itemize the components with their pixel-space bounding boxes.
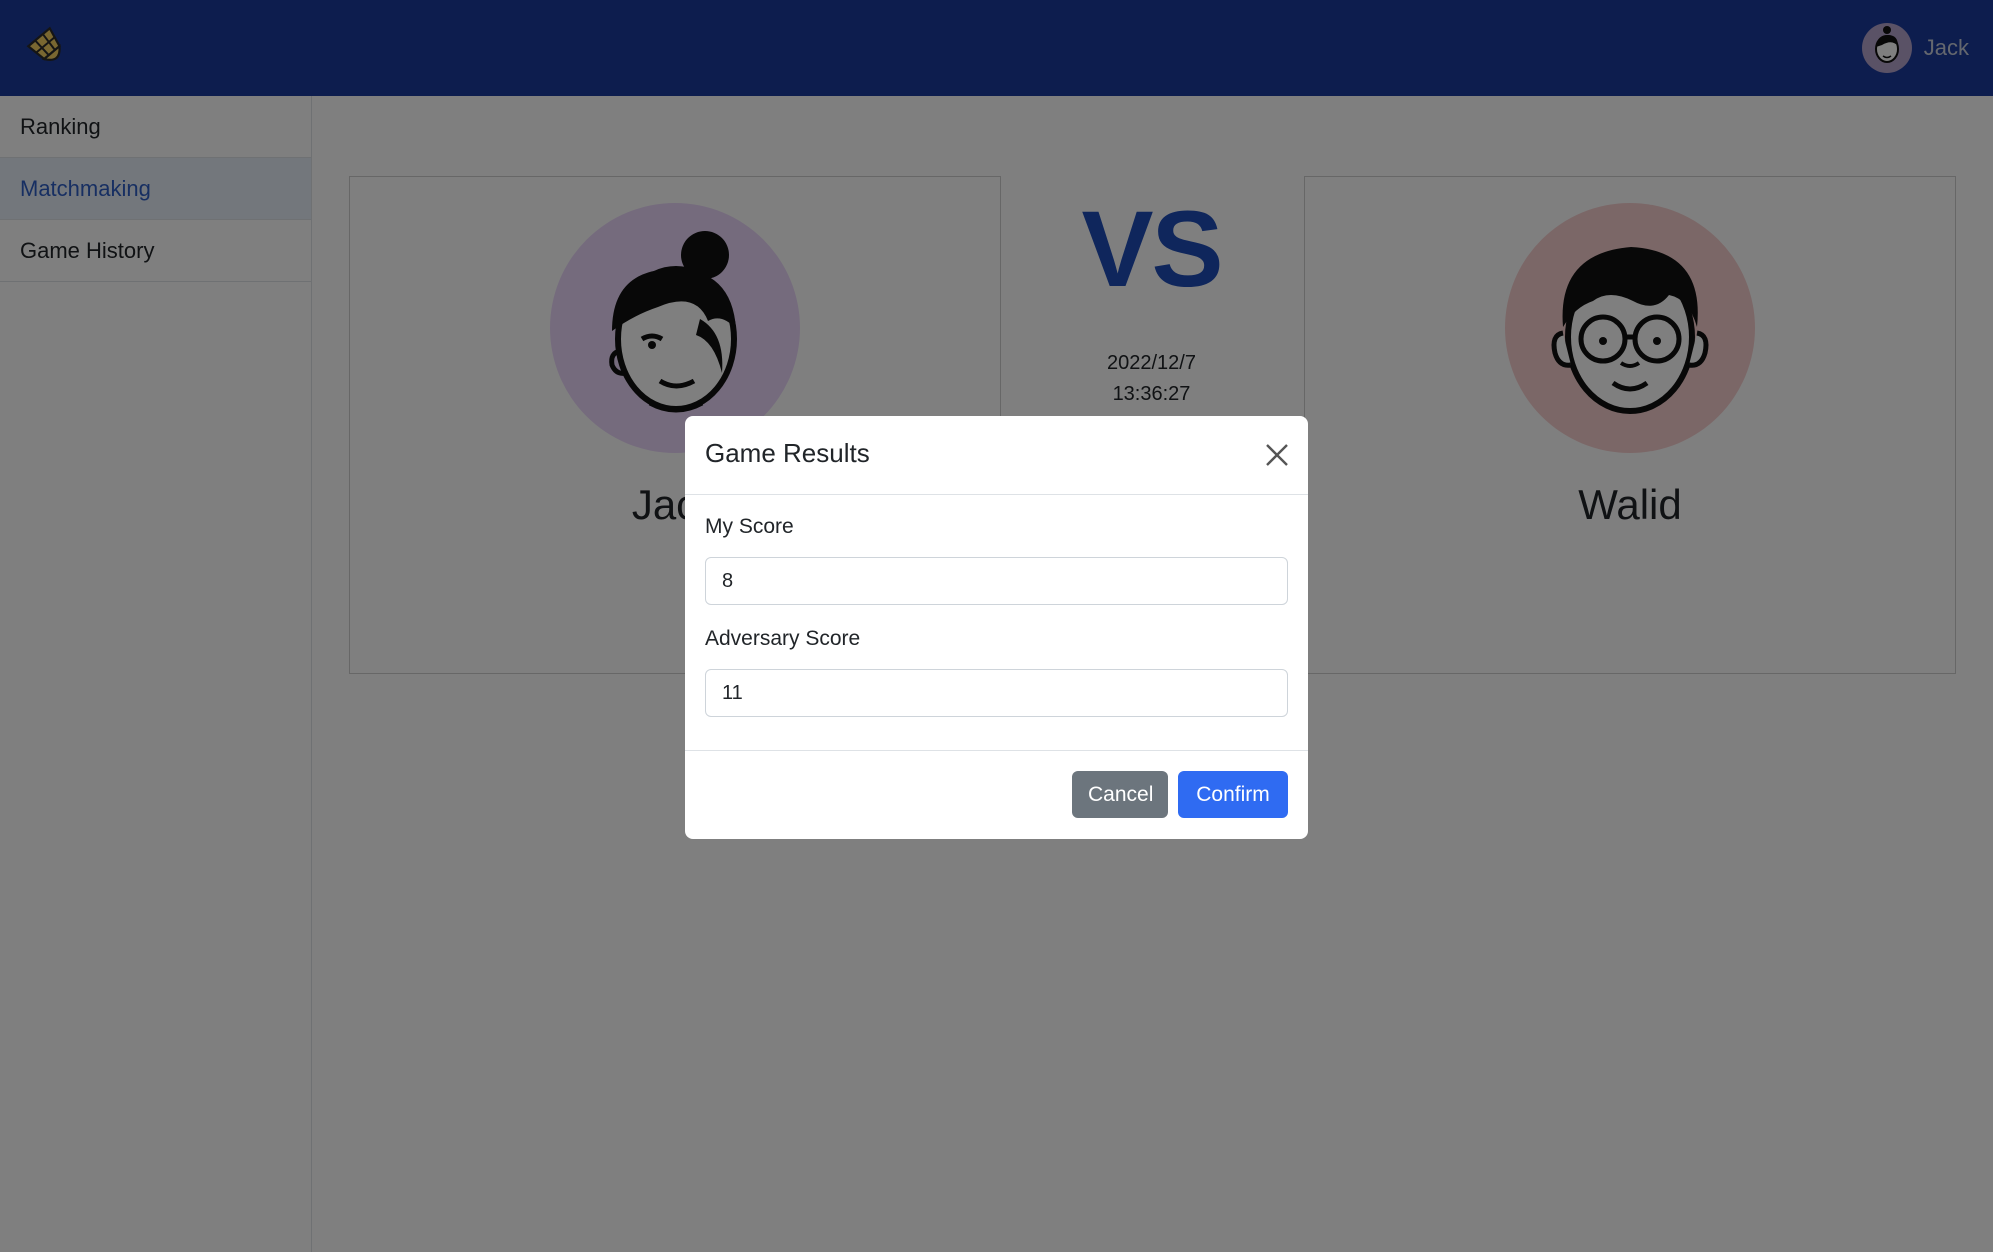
game-results-modal: Game Results My Score Adversary Score Ca… <box>685 416 1308 839</box>
modal-footer: Cancel Confirm <box>685 750 1308 839</box>
modal-title: Game Results <box>705 438 870 468</box>
modal-body: My Score Adversary Score <box>685 495 1308 741</box>
cancel-button[interactable]: Cancel <box>1072 771 1168 818</box>
close-icon[interactable] <box>1260 438 1294 472</box>
confirm-button[interactable]: Confirm <box>1178 771 1288 818</box>
adversary-score-label: Adversary Score <box>705 627 861 650</box>
adversary-score-input[interactable] <box>705 669 1288 717</box>
app-root: Jack Ranking Matchmaking Game History <box>0 0 1993 1252</box>
modal-header: Game Results <box>685 416 1308 495</box>
my-score-label: My Score <box>705 515 794 538</box>
my-score-input[interactable] <box>705 557 1288 605</box>
